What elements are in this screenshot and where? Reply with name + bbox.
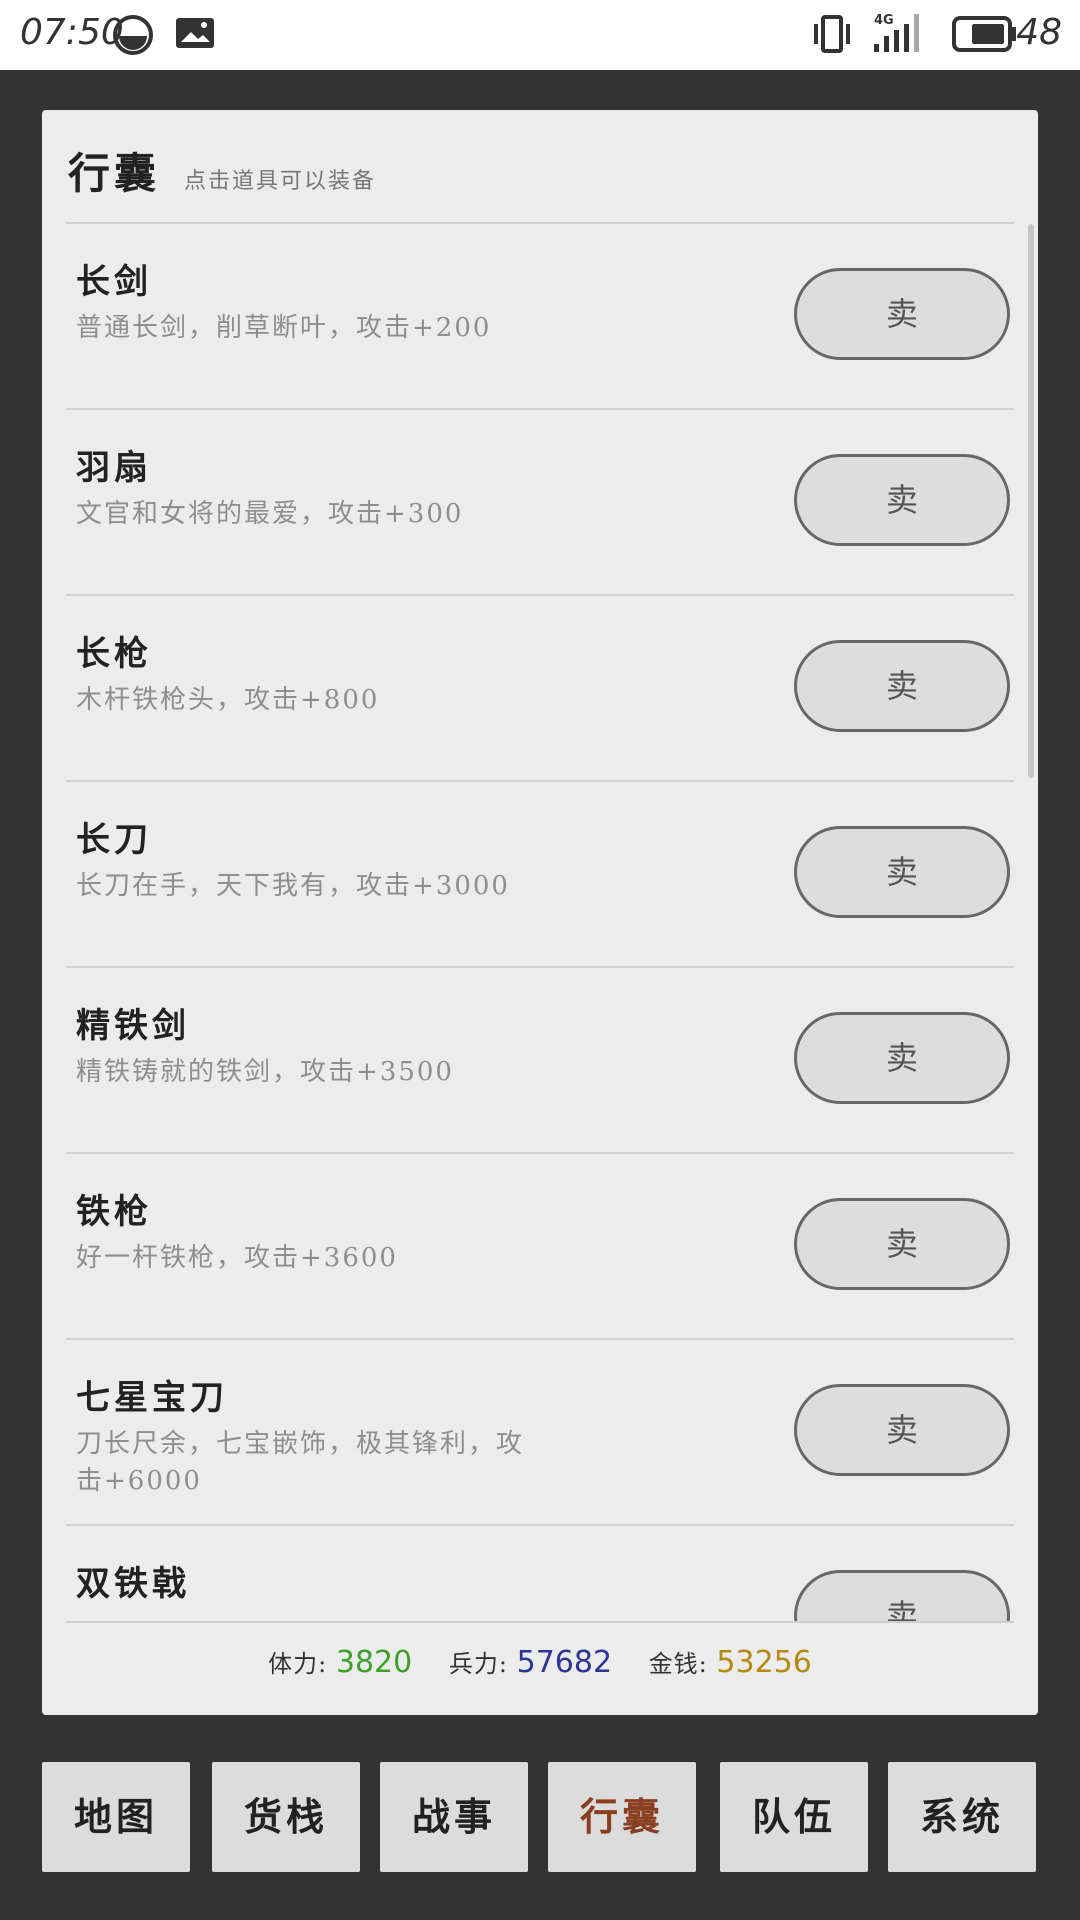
nav-map-button[interactable]: 地图	[42, 1762, 190, 1872]
item-name: 双铁戟	[76, 1564, 190, 1604]
list-item[interactable]: 双铁戟 卖	[66, 1526, 1014, 1621]
list-item[interactable]: 铁枪 好一杆铁枪，攻击+3600 卖	[66, 1154, 1014, 1340]
item-desc: 木杆铁枪头，攻击+800	[76, 685, 380, 715]
sell-button[interactable]: 卖	[794, 640, 1010, 732]
list-item[interactable]: 长剑 普通长剑，削草断叶，攻击+200 卖	[66, 224, 1014, 410]
sell-button[interactable]: 卖	[794, 268, 1010, 360]
network-label: 4G	[874, 13, 894, 28]
vibrate-icon	[812, 14, 852, 58]
stat-stamina: 体力: 3820	[268, 1645, 421, 1680]
status-time: 07:50	[20, 12, 124, 53]
battery-icon	[952, 14, 1018, 58]
signal-4g-icon: 4G	[872, 10, 928, 58]
inventory-panel: 行囊 点击道具可以装备 长剑 普通长剑，削草断叶，攻击+200 卖 羽扇 文官和…	[42, 110, 1038, 1715]
stat-troops: 兵力: 57682	[448, 1645, 621, 1680]
inventory-list[interactable]: 长剑 普通长剑，削草断叶，攻击+200 卖 羽扇 文官和女将的最爱，攻击+300…	[66, 222, 1014, 1623]
nav-inventory-button[interactable]: 行囊	[548, 1762, 696, 1872]
nav-system-button[interactable]: 系统	[888, 1762, 1036, 1872]
stat-gold: 金钱: 53256	[648, 1645, 812, 1680]
item-name: 长枪	[76, 634, 152, 674]
list-item[interactable]: 长枪 木杆铁枪头，攻击+800 卖	[66, 596, 1014, 782]
image-notification-icon	[174, 14, 216, 56]
scrollbar-thumb[interactable]	[1028, 224, 1034, 778]
list-item[interactable]: 精铁剑 精铁铸就的铁剑，攻击+3500 卖	[66, 968, 1014, 1154]
item-desc: 刀长尺余，七宝嵌饰，极其锋利，攻击+6000	[76, 1429, 525, 1496]
sell-button[interactable]: 卖	[794, 1384, 1010, 1476]
item-name: 羽扇	[76, 448, 152, 488]
item-desc: 普通长剑，削草断叶，攻击+200	[76, 313, 492, 343]
list-item[interactable]: 羽扇 文官和女将的最爱，攻击+300 卖	[66, 410, 1014, 596]
item-name: 长刀	[76, 820, 152, 860]
nav-team-button[interactable]: 队伍	[720, 1762, 868, 1872]
item-desc: 好一杆铁枪，攻击+3600	[76, 1243, 398, 1273]
item-desc: 精铁铸就的铁剑，攻击+3500	[76, 1057, 454, 1087]
data-saver-icon	[112, 14, 154, 60]
item-name: 七星宝刀	[76, 1378, 228, 1418]
stamina-value: 3820	[335, 1645, 413, 1680]
sell-button[interactable]: 卖	[794, 1012, 1010, 1104]
gold-label: 金钱:	[648, 1650, 708, 1678]
panel-title: 行囊	[68, 149, 161, 198]
stats-bar: 体力: 3820 兵力: 57682 金钱: 53256	[42, 1644, 1038, 1680]
item-desc: 文官和女将的最爱，攻击+300	[76, 499, 464, 529]
panel-header: 行囊 点击道具可以装备	[68, 140, 376, 210]
stamina-label: 体力:	[268, 1650, 328, 1678]
troops-value: 57682	[516, 1645, 613, 1680]
status-bar: 07:50 4G 48	[0, 0, 1080, 70]
bottom-nav: 地图 货栈 战事 行囊 队伍 系统	[42, 1762, 1038, 1872]
gold-value: 53256	[716, 1645, 812, 1680]
list-item[interactable]: 长刀 长刀在手，天下我有，攻击+3000 卖	[66, 782, 1014, 968]
item-name: 精铁剑	[76, 1006, 190, 1046]
sell-button[interactable]: 卖	[794, 1198, 1010, 1290]
sell-button[interactable]: 卖	[794, 826, 1010, 918]
troops-label: 兵力:	[448, 1650, 508, 1678]
item-name: 长剑	[76, 262, 152, 302]
item-desc: 长刀在手，天下我有，攻击+3000	[76, 871, 510, 901]
nav-battle-button[interactable]: 战事	[380, 1762, 528, 1872]
list-item[interactable]: 七星宝刀 刀长尺余，七宝嵌饰，极其锋利，攻击+6000 卖	[66, 1340, 1014, 1526]
nav-shop-button[interactable]: 货栈	[212, 1762, 360, 1872]
sell-button[interactable]: 卖	[794, 1570, 1010, 1621]
item-name: 铁枪	[76, 1192, 152, 1232]
battery-level: 48	[1016, 12, 1062, 53]
panel-hint: 点击道具可以装备	[184, 169, 377, 194]
sell-button[interactable]: 卖	[794, 454, 1010, 546]
